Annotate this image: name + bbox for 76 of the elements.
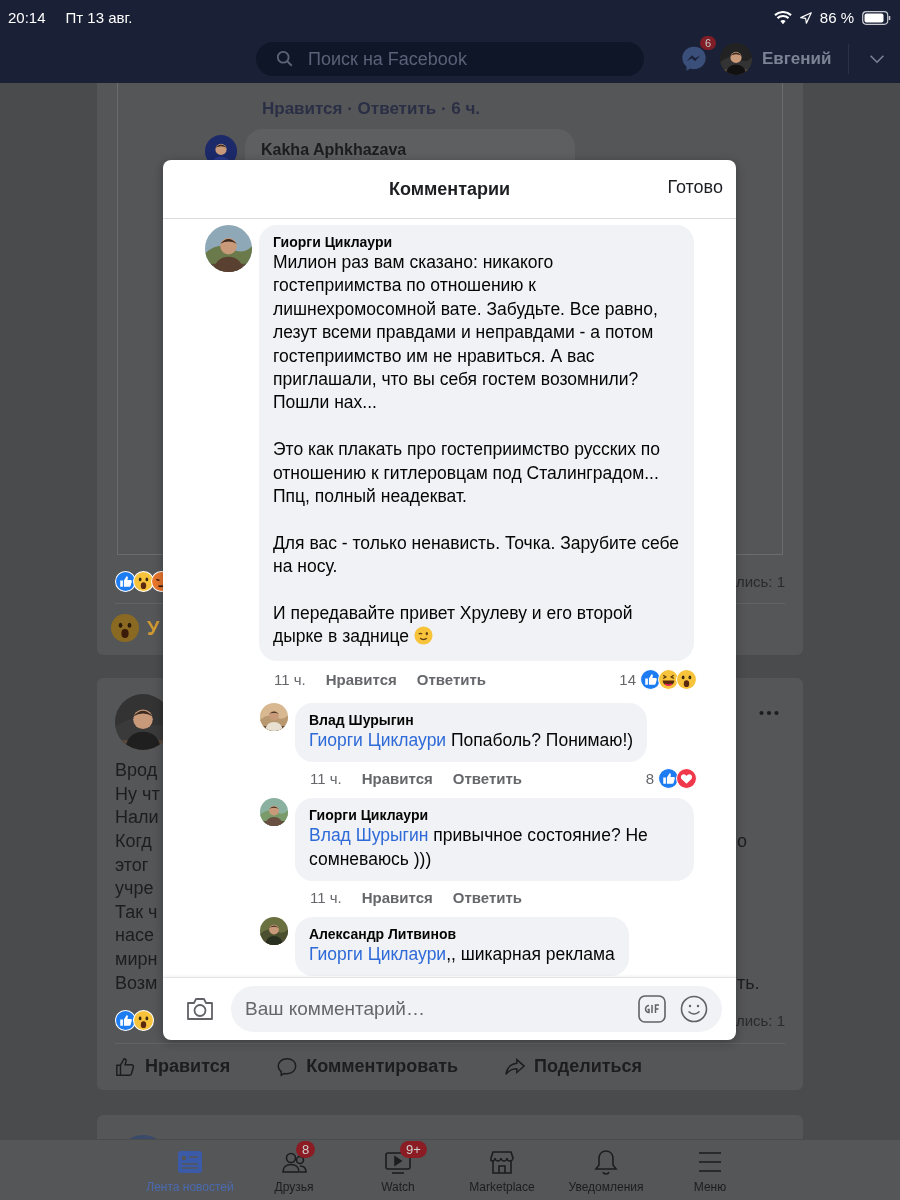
comment-text: Гиорги Циклаури,, шикарная реклама	[309, 943, 615, 967]
dialog-title: Комментарии	[388, 178, 511, 200]
thumbs-up-icon	[115, 1055, 137, 1078]
laughing-reaction-icon	[658, 669, 679, 691]
camera-icon[interactable]	[185, 996, 215, 1022]
commenter-name[interactable]: Влад Шурыгин	[309, 711, 634, 728]
battery-percent: 86 %	[819, 9, 854, 26]
post-text: этог	[115, 854, 149, 876]
wifi-icon	[773, 10, 792, 25]
comment-text: Это как плакать про гостеприимство русских по отношению к гитлеровцам под Сталинградом... Ппц, полный неадекват.	[273, 438, 662, 509]
reply-link[interactable]: Ответить	[416, 671, 487, 689]
post-text: Ну чт	[115, 783, 160, 805]
post-text: насе	[115, 925, 154, 947]
post-text: мирн	[115, 949, 158, 971]
post-text: Так ч	[115, 901, 158, 923]
search-field[interactable]: Поиск на Facebook	[256, 42, 644, 76]
share-arrow-icon	[504, 1055, 527, 1078]
like-reaction-icon	[115, 1010, 136, 1032]
like-reaction-icon	[115, 570, 136, 592]
user-name[interactable]: Евгений	[762, 49, 832, 69]
mention-link[interactable]: Гиорги Циклаури	[309, 944, 447, 965]
surprised-emoji-icon	[111, 614, 139, 642]
mention-link[interactable]: Влад Шурыгин	[309, 825, 429, 846]
news-feed-icon	[176, 1148, 204, 1176]
commenter-name[interactable]: Александр Литвинов	[309, 926, 615, 943]
like-reaction-icon	[658, 767, 679, 789]
like-link[interactable]: Нравится	[361, 888, 433, 906]
heart-reaction-icon	[676, 767, 697, 789]
gif-icon[interactable]	[638, 995, 666, 1023]
emoji-icon[interactable]	[680, 995, 708, 1023]
battery-icon	[862, 10, 892, 25]
comment-text: Для вас - только ненависть. Точка. Зарубите себе на носу.	[273, 531, 680, 579]
post-text: Врод	[115, 760, 158, 782]
commenter-name[interactable]: Гиорги Циклаури	[309, 807, 680, 824]
post-text: Нали	[115, 807, 159, 829]
comment-text: Милион раз вам сказано: никакого гостеприимства по отношению к лишнехромосомной вате. Забудьте. Все равно, лезут всеми правдами и неправдами - а потом гостеприимство им не нравиться. А вас приглашали, что вы себя гостем возомнили? Пошли нах...	[273, 251, 659, 415]
reaction-count: 8	[645, 769, 654, 787]
notification-badge: 8	[296, 1141, 316, 1158]
search-icon	[276, 50, 294, 68]
post-text: ть.	[737, 972, 761, 994]
bell-icon	[592, 1148, 620, 1176]
notification-badge: 9+	[400, 1141, 427, 1158]
surprised-reaction-icon	[133, 1010, 154, 1032]
post-text: Возм	[115, 972, 158, 994]
reply-link[interactable]: Ответить	[452, 888, 523, 906]
status-date: Пт 13 авг.	[65, 9, 133, 26]
location-arrow-icon	[799, 11, 812, 24]
shop-icon	[488, 1148, 516, 1176]
comment-time: 11 ч.	[310, 888, 342, 906]
tab-bar-item[interactable]: 8 Друзья	[244, 1140, 344, 1200]
comment-input-field[interactable]: Ваш комментарий…	[231, 986, 722, 1032]
comment-text: И передавайте привет Хрулеву и его второй дырке в заднице	[273, 602, 634, 649]
tab-bar-item[interactable]: 9+ Watch	[348, 1140, 448, 1200]
like-link[interactable]: Нравится	[361, 769, 433, 787]
post-text: Когд	[115, 831, 152, 853]
winking-emoji-icon	[414, 626, 434, 646]
post-text: о	[737, 831, 748, 853]
chevron-down-icon[interactable]	[868, 54, 885, 64]
reaction-label: У	[147, 616, 160, 640]
comment-text: Влад Шурыгин привычное состояние? Не сомневаюсь )))	[309, 824, 649, 871]
done-button[interactable]: Готово	[667, 177, 723, 198]
notification-badge: 6	[699, 36, 716, 50]
speech-bubble-icon	[276, 1055, 299, 1078]
mention-link[interactable]: Гиорги Циклаури	[309, 729, 447, 750]
reply-link[interactable]: Ответить	[452, 769, 523, 787]
comment-time: 11 ч.	[274, 671, 306, 689]
comment-text: Гиорги Циклаури Попаболь? Понимаю!)	[309, 728, 634, 752]
surprised-reaction-icon	[133, 570, 154, 592]
commenter-name[interactable]: Гиорги Циклаури	[273, 234, 680, 250]
comment-time: 11 ч.	[310, 769, 342, 787]
surprised-reaction-icon	[676, 669, 697, 691]
reaction-count: 14	[619, 671, 636, 689]
like-reaction-icon	[640, 669, 661, 691]
clock-time: 20:14	[8, 9, 46, 26]
post-text: учре	[115, 878, 154, 900]
like-link[interactable]: Нравится	[325, 671, 397, 689]
